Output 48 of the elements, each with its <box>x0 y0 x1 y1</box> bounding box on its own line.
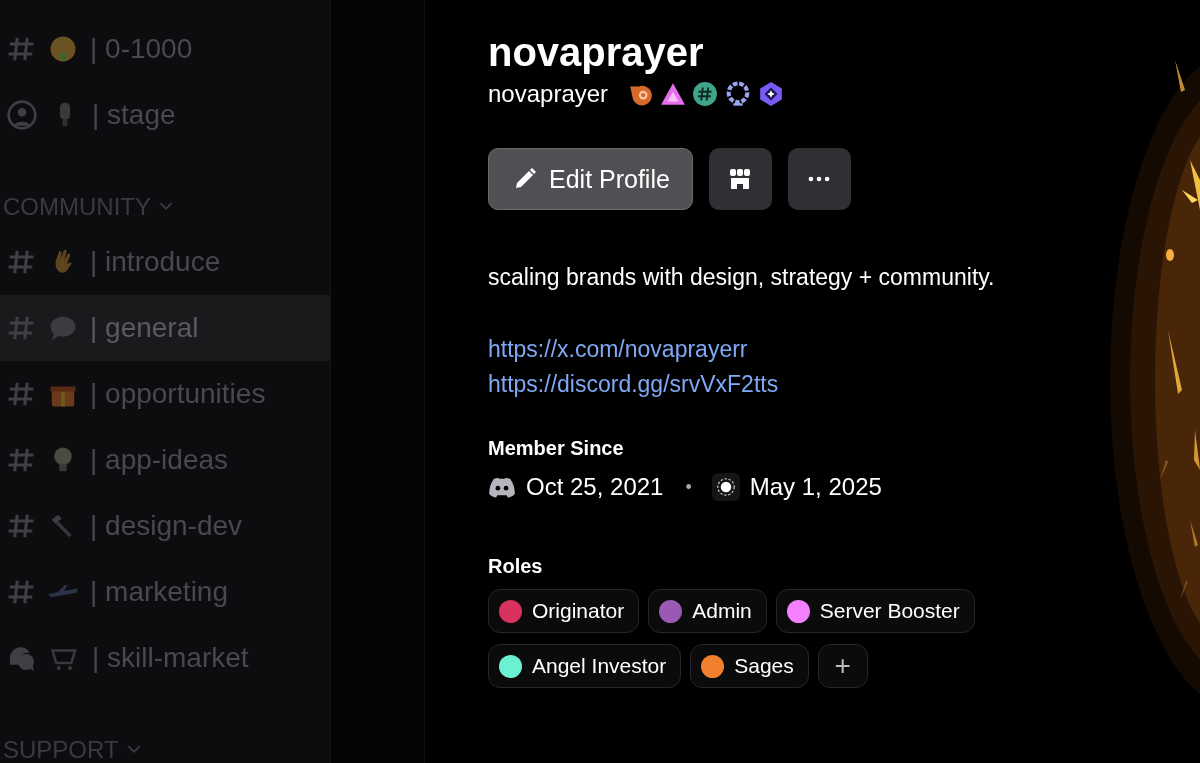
add-role-button[interactable]: + <box>817 644 868 688</box>
profile-link[interactable]: https://x.com/novaprayerr <box>488 332 748 367</box>
more-icon <box>808 176 831 182</box>
channel-name: | 0-1000 <box>90 33 193 65</box>
edit-profile-button[interactable]: Edit Profile <box>488 148 693 210</box>
section-heading: Member Since <box>488 436 625 461</box>
role-name: Originator <box>532 599 625 623</box>
channel-name: | introduce <box>90 246 221 278</box>
date-text: Oct 25, 2021 <box>526 473 664 501</box>
channel-item[interactable]: | 0-1000 <box>0 16 330 82</box>
channel-name: | design-dev <box>90 510 243 542</box>
display-name: novaprayer <box>488 29 705 76</box>
chevron-icon <box>126 745 141 754</box>
channel-name: | app-ideas <box>90 444 229 476</box>
channel-name: | marketing <box>90 576 228 608</box>
triangle-badge-icon <box>660 81 687 107</box>
channel-name: | opportunities <box>90 378 266 410</box>
separator-dot: • <box>685 476 692 498</box>
role-name: Angel Investor <box>532 654 667 678</box>
role-name: Server Booster <box>819 599 960 623</box>
server-icon <box>711 473 740 501</box>
channel-name: | stage <box>92 99 176 131</box>
profile-link[interactable]: https://discord.gg/srvVxF2tts <box>488 367 779 402</box>
chevron-icon <box>159 202 173 211</box>
pencil-icon <box>513 167 537 191</box>
channel-item[interactable]: | introduce <box>0 229 330 295</box>
bio-text: scaling brands with design, strategy + community. <box>488 263 996 292</box>
channel-item[interactable]: | skill-market <box>0 625 330 691</box>
airplane-icon <box>48 585 78 599</box>
stage-icon <box>6 99 38 131</box>
diamond-badge-icon <box>758 81 785 107</box>
role-name: Sages <box>734 654 794 678</box>
date-text: May 1, 2025 <box>749 473 882 501</box>
channel-name: | general <box>90 312 199 344</box>
shop-button[interactable] <box>708 148 772 210</box>
section-heading: Roles <box>488 554 544 579</box>
game-controller-icon <box>488 476 516 498</box>
channel-item[interactable]: | design-dev <box>0 493 330 559</box>
role-name: Admin <box>692 599 752 623</box>
username: novaprayer <box>488 80 609 108</box>
channel-item[interactable]: | opportunities <box>0 361 330 427</box>
hash-badge-icon <box>692 81 719 107</box>
channel-item[interactable]: | general <box>0 295 330 361</box>
shop-icon <box>728 167 753 191</box>
channel-item[interactable]: | marketing <box>0 559 330 625</box>
channel-item[interactable]: | app-ideas <box>0 427 330 493</box>
channel-item[interactable]: | stage <box>0 82 330 148</box>
channel-name: | skill-market <box>92 642 249 674</box>
